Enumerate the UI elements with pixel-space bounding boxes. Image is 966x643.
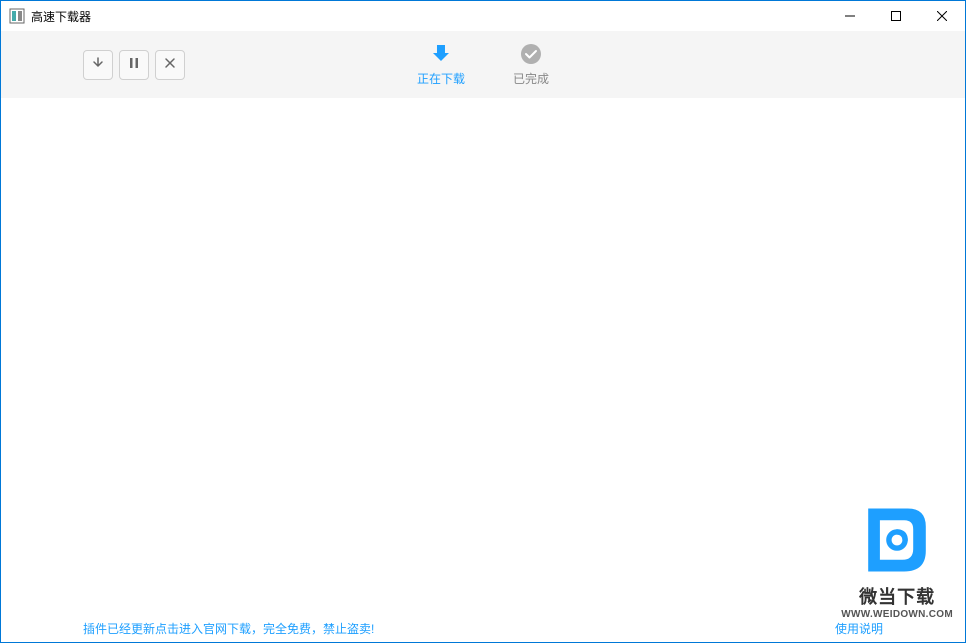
- tab-completed[interactable]: 已完成: [509, 34, 553, 95]
- close-icon: [163, 56, 177, 73]
- update-notice-link[interactable]: 插件已经更新点击进入官网下载，完全免费，禁止盗卖!: [83, 620, 374, 637]
- window-title: 高速下载器: [31, 8, 91, 25]
- footer: 插件已经更新点击进入官网下载，完全免费，禁止盗卖! 使用说明: [1, 614, 965, 642]
- download-arrow-icon: [429, 42, 453, 66]
- pause-download-button[interactable]: [119, 50, 149, 80]
- minimize-button[interactable]: [827, 1, 873, 31]
- cancel-download-button[interactable]: [155, 50, 185, 80]
- tab-downloading-label: 正在下载: [417, 70, 465, 87]
- app-icon: [9, 8, 25, 24]
- download-list-area: [1, 99, 965, 614]
- start-download-button[interactable]: [83, 50, 113, 80]
- tab-completed-label: 已完成: [513, 70, 549, 87]
- maximize-button[interactable]: [873, 1, 919, 31]
- toolbar: 正在下载 已完成: [1, 31, 965, 99]
- tab-downloading[interactable]: 正在下载: [413, 34, 469, 95]
- arrow-down-icon: [91, 56, 105, 73]
- pause-icon: [127, 56, 141, 73]
- check-circle-icon: [519, 42, 543, 66]
- help-link[interactable]: 使用说明: [835, 620, 883, 637]
- close-button[interactable]: [919, 1, 965, 31]
- titlebar: 高速下载器: [1, 1, 965, 31]
